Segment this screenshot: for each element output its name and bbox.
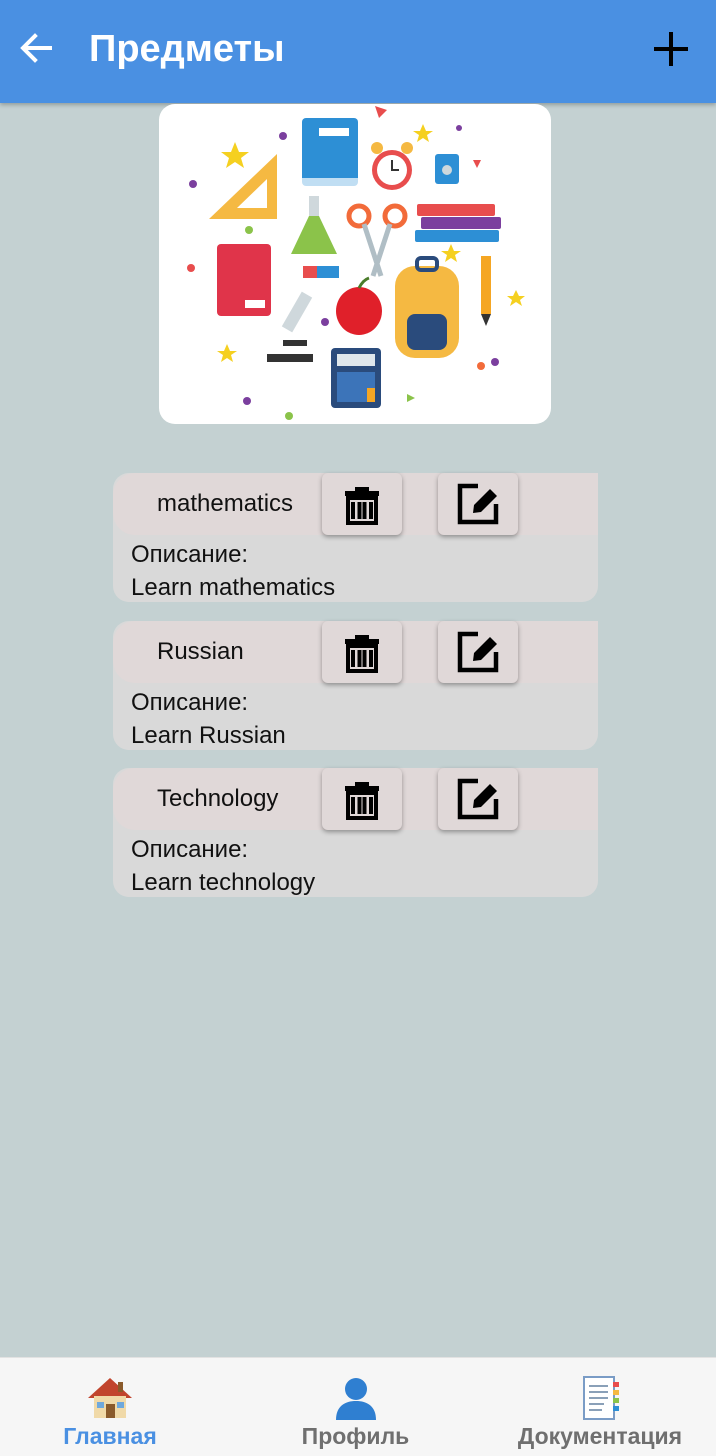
add-subject-button[interactable] [648, 26, 694, 72]
document-icon [583, 1376, 619, 1420]
edit-button[interactable] [438, 621, 518, 683]
nav-label-documentation: Документация [517, 1423, 683, 1449]
edit-icon [457, 778, 499, 820]
arrow-left-icon [20, 33, 52, 63]
school-supplies-illustration [187, 106, 525, 420]
trash-icon [345, 635, 379, 673]
edit-icon [457, 631, 499, 673]
subject-name: Technology [157, 785, 279, 812]
bottom-navigation: Главная Профиль Документация [0, 1357, 716, 1456]
edit-icon [457, 483, 499, 525]
nav-label-profile: Профиль [301, 1423, 410, 1449]
back-button[interactable] [14, 26, 58, 70]
house-icon [88, 1378, 132, 1418]
description-text: Learn Russian [131, 722, 286, 749]
description-text: Learn mathematics [131, 574, 336, 601]
description-label: Описание: [131, 689, 249, 716]
app-bar: Предметы [0, 0, 716, 103]
subject-card: Technology Описание: Learn technology [113, 768, 598, 897]
trash-icon [345, 782, 379, 820]
plus-icon [654, 32, 688, 66]
description-text: Learn technology [131, 869, 316, 896]
nav-item-home[interactable]: Главная [40, 1358, 180, 1456]
edit-button[interactable] [438, 768, 518, 830]
nav-label-home: Главная [63, 1423, 157, 1449]
delete-button[interactable] [322, 473, 402, 535]
edit-button[interactable] [438, 473, 518, 535]
subject-card: Russian Описание: Learn Russian [113, 621, 598, 750]
delete-button[interactable] [322, 768, 402, 830]
description-label: Описание: [131, 836, 249, 863]
hero-image [159, 104, 551, 424]
user-icon [335, 1378, 376, 1420]
description-label: Описание: [131, 541, 249, 568]
nav-item-profile[interactable]: Профиль [283, 1358, 428, 1456]
trash-icon [345, 487, 379, 525]
page-title: Предметы [89, 28, 285, 70]
subject-name: mathematics [157, 490, 294, 517]
subject-name: Russian [157, 638, 244, 665]
delete-button[interactable] [322, 621, 402, 683]
subject-card: mathematics Описание: Learn mathematics [113, 473, 598, 602]
nav-item-documentation[interactable]: Документация [490, 1358, 710, 1456]
